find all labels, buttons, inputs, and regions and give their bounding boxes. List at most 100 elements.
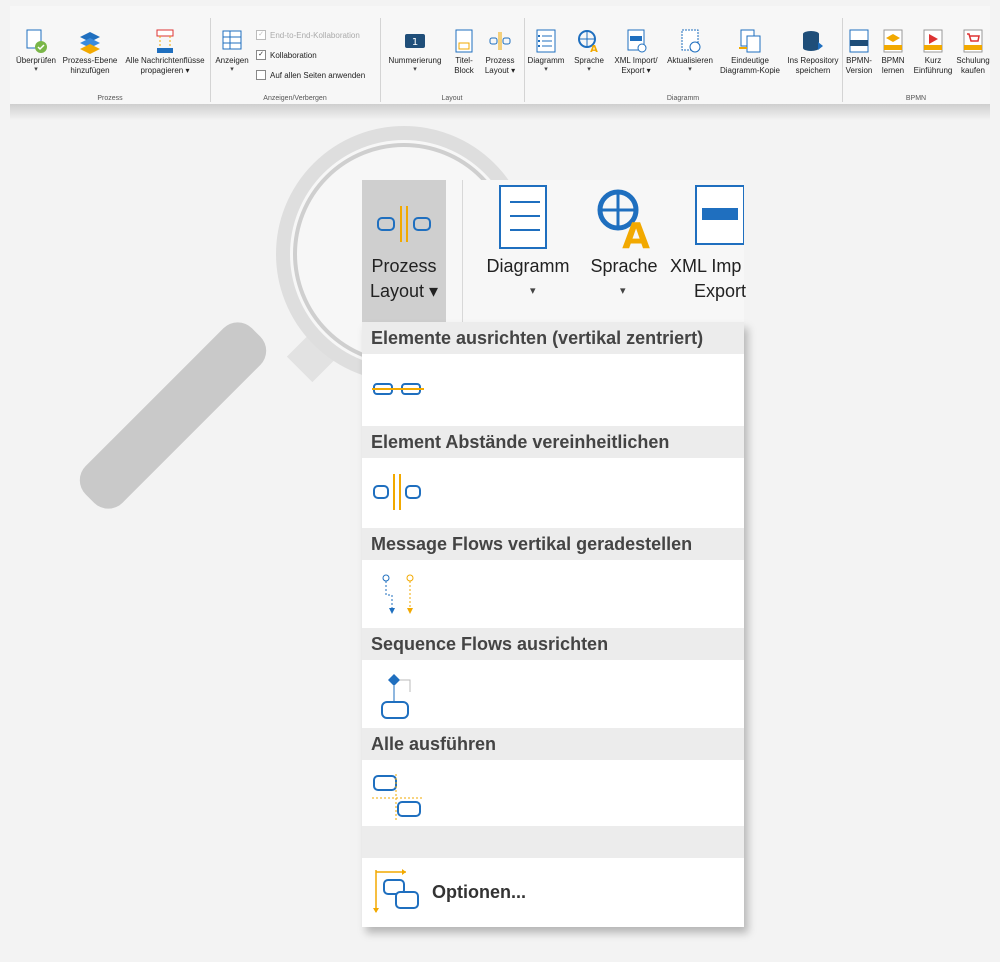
eindeutige-kopie-button[interactable]: Eindeutige Diagramm-Kopie <box>716 28 784 76</box>
prozess-layout-label-2: Layout ▾ <box>484 66 516 75</box>
layers-icon <box>80 32 100 54</box>
bpmn-lernen-label-1: BPMN <box>881 56 905 65</box>
kollaboration-checkbox[interactable]: ✓ Kollaboration <box>256 50 317 60</box>
eindeutige-label-1: Eindeutige <box>731 56 769 65</box>
schulung-kaufen-button[interactable]: Schulung kaufen <box>956 28 990 76</box>
section-header-elemente-ausrichten: Elemente ausrichten (vertikal zentriert) <box>362 322 744 354</box>
xml-file-icon <box>627 29 647 53</box>
section-header-sequence-flows: Sequence Flows ausrichten <box>362 628 744 660</box>
alle-seiten-label: Auf allen Seiten anwenden <box>270 70 366 80</box>
message-flows-geradestellen-item[interactable] <box>362 560 744 626</box>
anzeigen-label: Anzeigen <box>215 56 249 65</box>
dropdown-caret: ▾ <box>544 66 548 73</box>
graduation-cap-icon <box>883 29 903 53</box>
e2e-checkbox[interactable]: ✓ End-to-End-Kollaboration <box>256 30 360 40</box>
prozess-layout-dropdown: Elemente ausrichten (vertikal zentriert)… <box>362 322 744 927</box>
prozess-ebene-button[interactable]: Prozess-Ebene hinzufügen <box>60 28 120 76</box>
group-separator <box>380 18 381 102</box>
repo-label-1: Ins Repository <box>787 56 839 65</box>
optionen-menu-item[interactable]: Optionen... <box>362 858 744 927</box>
sequence-flows-ausrichten-item[interactable] <box>362 660 744 726</box>
alle-label-1: Alle Nachrichtenflüsse <box>125 56 205 65</box>
run-all-icon <box>372 774 422 820</box>
section-header-alle-ausfuehren: Alle ausführen <box>362 728 744 760</box>
menu-spacer <box>362 826 744 858</box>
alle-nachrichtenfluesse-button[interactable]: Alle Nachrichtenflüsse propagieren ▾ <box>120 28 210 76</box>
dropdown-caret: ▾ <box>530 285 536 297</box>
numbering-icon: 1 <box>405 34 425 48</box>
xml-label-2: Export ▾ <box>621 66 651 75</box>
schulung-label-1: Schulung <box>956 56 990 65</box>
anzeigen-button[interactable]: Anzeigen ▾ <box>212 28 252 74</box>
bpmn-version-button[interactable]: BPMN- Version <box>842 28 876 76</box>
check-document-icon <box>26 29 47 53</box>
ribbon-shadow <box>10 104 990 120</box>
copy-diagram-icon <box>739 29 761 53</box>
aktualisieren-button[interactable]: Aktualisieren ▾ <box>664 28 716 74</box>
dropdown-caret: ▾ <box>620 285 626 297</box>
ins-repository-button[interactable]: Ins Repository speichern <box>784 28 842 76</box>
abstaende-vereinheitlichen-item[interactable] <box>362 458 744 524</box>
globe-language-icon: A <box>578 30 598 54</box>
xml-label-1: XML Import/ <box>614 56 658 65</box>
ueberpruefen-button[interactable]: Überprüfen ▾ <box>12 28 60 74</box>
message-flow-straighten-icon <box>382 574 414 614</box>
diagramm-zoomed-label: Diagramm <box>486 256 570 276</box>
refresh-document-icon <box>681 29 701 53</box>
kollaboration-label: Kollaboration <box>270 50 317 60</box>
group-label-prozess: Prozess <box>97 95 123 102</box>
globe-language-icon: A <box>597 189 650 252</box>
xml-zoomed-label-1: XML Imp <box>670 256 742 276</box>
ueberpruefen-label: Überprüfen <box>15 56 57 65</box>
xml-zoomed-label-2: Export <box>694 281 747 301</box>
sequence-flow-align-icon <box>381 674 411 719</box>
dropdown-caret: ▾ <box>34 66 38 73</box>
group-label-bpmn: BPMN <box>905 95 927 102</box>
diagramm-button[interactable]: Diagramm ▾ <box>524 28 568 74</box>
optionen-label: Optionen... <box>432 882 526 902</box>
xml-import-export-button[interactable]: XML Import/ Export ▾ <box>608 28 664 76</box>
database-save-icon <box>803 31 823 51</box>
prozess-layout-label-1: Prozess <box>485 56 515 65</box>
checkbox-box: ✓ <box>256 30 266 40</box>
section-header-message-flows: Message Flows vertikal geradestellen <box>362 528 744 560</box>
alle-seiten-checkbox[interactable]: Auf allen Seiten anwenden <box>256 70 365 80</box>
diagram-list-icon <box>536 29 556 53</box>
kurz-einfuehrung-button[interactable]: Kurz Einführung <box>910 28 956 76</box>
kurz-label-1: Kurz <box>924 56 942 65</box>
sprache-zoomed-label: Sprache <box>590 256 658 276</box>
alle-ausfuehren-item[interactable] <box>362 760 744 826</box>
nummerierung-label: Nummerierung <box>388 56 442 65</box>
xml-file-icon <box>695 185 744 245</box>
options-settings-icon <box>373 869 419 913</box>
e2e-label: End-to-End-Kollaboration <box>270 30 360 40</box>
prozess-layout-zoomed-button[interactable]: Prozess Layout ▾ <box>362 180 446 322</box>
prozess-ebene-label-1: Prozess-Ebene <box>62 56 118 65</box>
nummerierung-button[interactable]: 1 Nummerierung ▾ <box>382 28 448 74</box>
prozess-ebene-label-2: hinzufügen <box>70 66 110 75</box>
group-label-anzeigen: Anzeigen/Verbergen <box>263 95 327 102</box>
diagram-list-icon <box>499 185 547 249</box>
titel-label-2: Block <box>454 66 474 75</box>
svg-text:A: A <box>590 44 598 54</box>
kurz-label-2: Einführung <box>913 66 953 75</box>
checkbox-box <box>256 70 266 80</box>
dropdown-caret: ▾ <box>230 66 234 73</box>
ribbon-toolbar: Überprüfen ▾ Prozess-Ebene hinzufügen Al… <box>10 6 990 105</box>
checkbox-box: ✓ <box>256 50 266 60</box>
group-label-diagramm: Diagramm <box>666 95 700 102</box>
bpmn-lernen-button[interactable]: BPMN lernen <box>876 28 910 76</box>
bpmn-lernen-label-2: lernen <box>881 66 905 75</box>
group-separator <box>462 180 463 322</box>
alle-label-2: propagieren ▾ <box>140 66 190 75</box>
prozess-layout-button[interactable]: Prozess Layout ▾ <box>480 28 520 76</box>
prozess-zoomed-label-1: Prozess <box>371 256 437 276</box>
titel-block-button[interactable]: Titel- Block <box>450 28 478 76</box>
sprache-button[interactable]: A Sprache ▾ <box>570 28 608 74</box>
dropdown-caret: ▾ <box>688 66 692 73</box>
elemente-ausrichten-item[interactable] <box>362 354 744 420</box>
bpmn-version-label-2: Version <box>845 66 873 75</box>
dropdown-caret: ▾ <box>413 66 417 73</box>
group-separator <box>210 18 211 102</box>
magnifier-handle <box>71 314 275 517</box>
